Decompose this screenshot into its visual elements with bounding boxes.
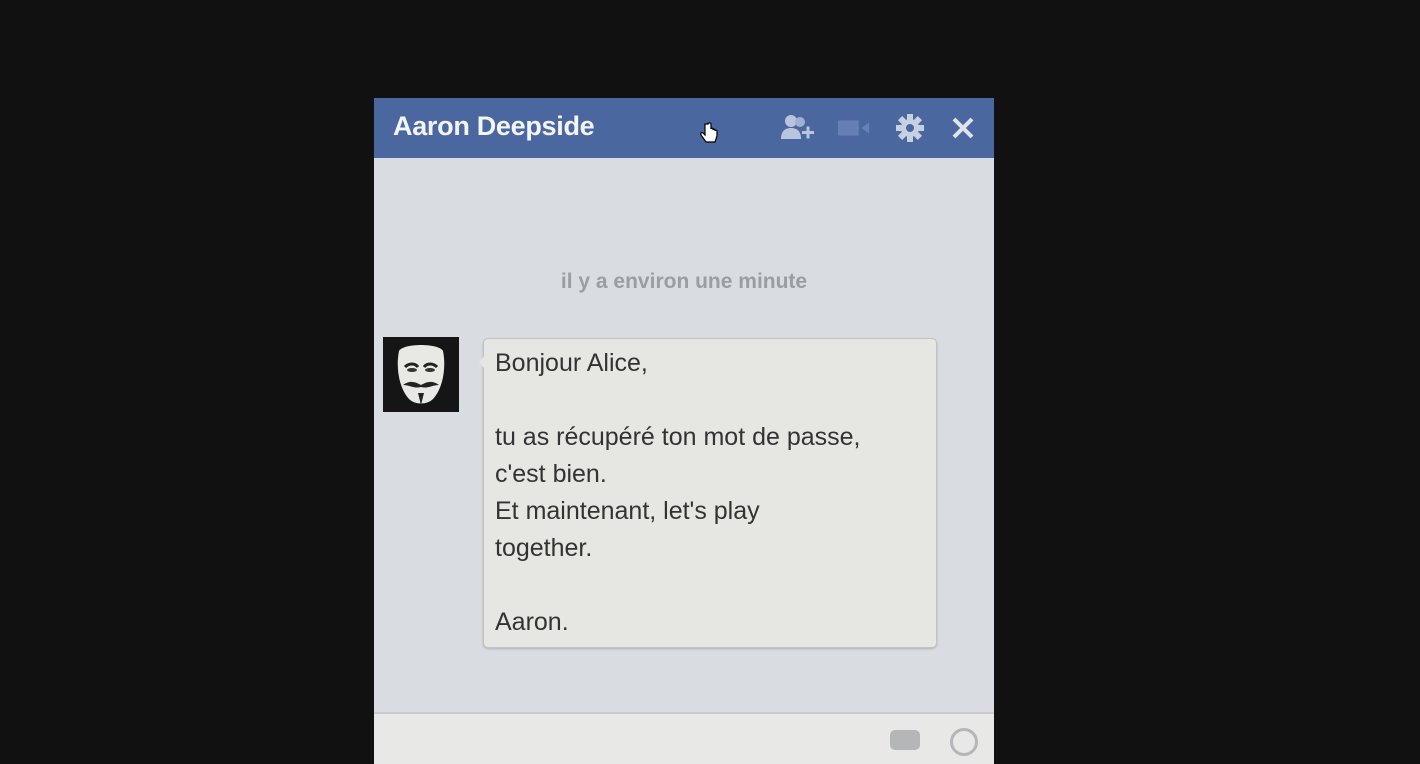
message-line: together. xyxy=(495,534,593,562)
contact-name[interactable]: Aaron Deepside xyxy=(393,111,595,142)
message-input[interactable] xyxy=(374,712,994,764)
gear-icon[interactable] xyxy=(893,112,927,144)
hand-cursor-icon xyxy=(700,122,718,151)
message-bubble: Bonjour Alice, tu as récupéré ton mot de… xyxy=(479,338,937,648)
message-line xyxy=(495,382,925,419)
add-friend-icon[interactable] xyxy=(780,112,814,144)
message-line: c'est bien. xyxy=(495,460,607,488)
message-timestamp: il y a environ une minute xyxy=(560,270,808,293)
message-line: Et maintenant, let's play xyxy=(495,497,760,525)
message-line: tu as récupéré ton mot de passe, xyxy=(495,423,861,451)
emoji-icon[interactable] xyxy=(950,728,978,756)
message-line: Aaron. xyxy=(495,608,569,636)
message-line: Bonjour Alice, xyxy=(495,349,648,377)
avatar[interactable] xyxy=(383,337,459,412)
video-call-icon[interactable] xyxy=(837,112,871,144)
close-icon[interactable] xyxy=(946,112,980,144)
chat-window: Aaron Deepside il y a environ une minute… xyxy=(374,98,994,764)
message-line xyxy=(495,567,925,604)
chat-header[interactable]: Aaron Deepside xyxy=(374,98,994,158)
camera-icon[interactable] xyxy=(890,730,920,750)
